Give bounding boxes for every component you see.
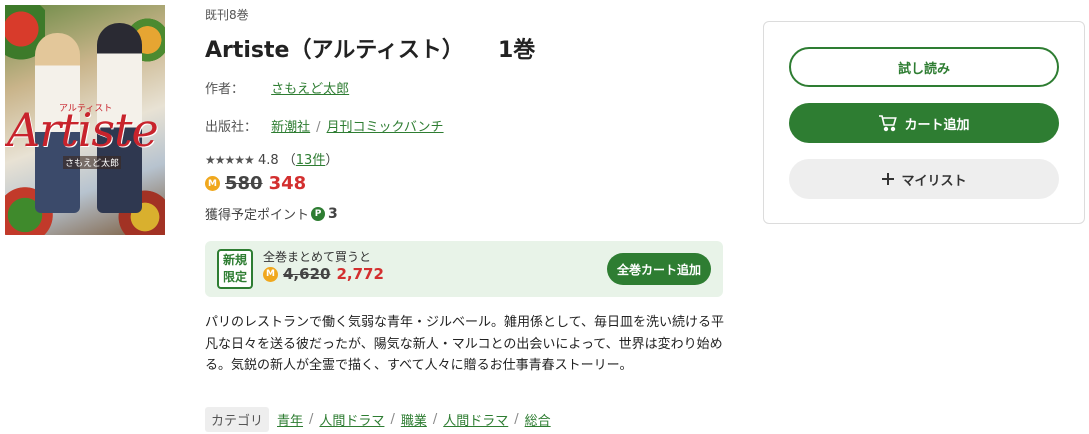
category-link[interactable]: 総合 (525, 410, 551, 429)
trial-read-label: 試し読み (897, 61, 950, 77)
separator: / (309, 412, 314, 427)
bundle-original-price: 4,620 (283, 265, 331, 283)
separator: / (514, 412, 519, 427)
price-row: M 580 348 (205, 173, 306, 194)
separator: / (316, 120, 321, 135)
badge-line: 限定 (222, 270, 247, 284)
magazine-link[interactable]: 月刊コミックバンチ (327, 120, 444, 135)
category-link[interactable]: 人間ドラマ (319, 410, 384, 429)
bundle-offer: 新規 限定 全巻まとめて買うと M 4,620 2,772 全巻カート追加 (205, 241, 723, 297)
mylist-label: マイリスト (901, 173, 967, 189)
description: パリのレストランで働く気弱な青年・ジルベール。雑用係として、毎日皿を洗い続ける平… (205, 315, 724, 373)
publisher-link[interactable]: 新潮社 (271, 120, 310, 135)
add-to-cart-button[interactable]: カート追加 (789, 103, 1059, 143)
new-limited-badge: 新規 限定 (217, 249, 253, 289)
bundle-sale-price: 2,772 (336, 265, 384, 283)
cover-kana: アルティスト (59, 104, 113, 114)
points-label: 獲得予定ポイント (205, 208, 310, 223)
sale-price: 348 (268, 173, 307, 194)
bundle-prices: M 4,620 2,772 (263, 265, 384, 283)
original-price: 580 (225, 173, 263, 194)
plus-icon (881, 172, 895, 186)
rating-row: ★★★★★ 4.8 （13件） (205, 149, 338, 168)
author-row: 作者： さもえど太郎 (205, 78, 349, 97)
review-count-link[interactable]: 13件 (296, 153, 326, 168)
category-label: カテゴリ (205, 407, 270, 432)
separator: / (432, 412, 438, 427)
add-all-to-cart-button[interactable]: 全巻カート追加 (606, 253, 711, 285)
rating-paren-close: ） (325, 153, 339, 168)
separator: / (390, 412, 395, 427)
category-link[interactable]: 職業 (401, 410, 427, 429)
rating-value: 4.8 (257, 153, 279, 168)
cart-icon (878, 114, 898, 132)
category-link[interactable]: 人間ドラマ (443, 410, 508, 429)
author-label: 作者： (205, 82, 245, 97)
points-row: 獲得予定ポイント P 3 (205, 204, 338, 224)
coin-icon: M (205, 176, 220, 191)
rating-paren-open: （ (282, 153, 296, 168)
badge-line: 新規 (222, 253, 247, 267)
category-link[interactable]: 青年 (277, 410, 303, 429)
points-icon: P (311, 206, 326, 221)
title-volume: 1巻 (497, 38, 536, 63)
category-row: カテゴリ 青年 / 人間ドラマ / 職業 / 人間ドラマ / 総合 (205, 407, 551, 432)
book-cover[interactable]: Artiste アルティスト さもえど太郎 (5, 5, 165, 235)
add-to-cart-label: カート追加 (904, 117, 970, 133)
trial-read-button[interactable]: 試し読み (789, 47, 1059, 87)
publisher-row: 出版社： 新潮社 / 月刊コミックバンチ (205, 116, 444, 135)
title-name: Artiste（アルティスト） (205, 38, 464, 63)
purchase-panel: 試し読み カート追加 マイリスト (763, 21, 1085, 224)
page-title: Artiste（アルティスト） 1巻 (205, 32, 535, 64)
points-value: 3 (328, 205, 338, 222)
coin-icon: M (263, 266, 278, 282)
star-rating-icon: ★★★★★ (205, 153, 255, 167)
publisher-label: 出版社： (205, 120, 258, 135)
cover-author: さもえど太郎 (63, 156, 122, 169)
series-count: 既刊8巻 (205, 8, 249, 22)
add-to-mylist-button[interactable]: マイリスト (789, 159, 1059, 199)
bundle-caption: 全巻まとめて買うと (263, 250, 372, 264)
author-link[interactable]: さもえど太郎 (271, 82, 349, 97)
